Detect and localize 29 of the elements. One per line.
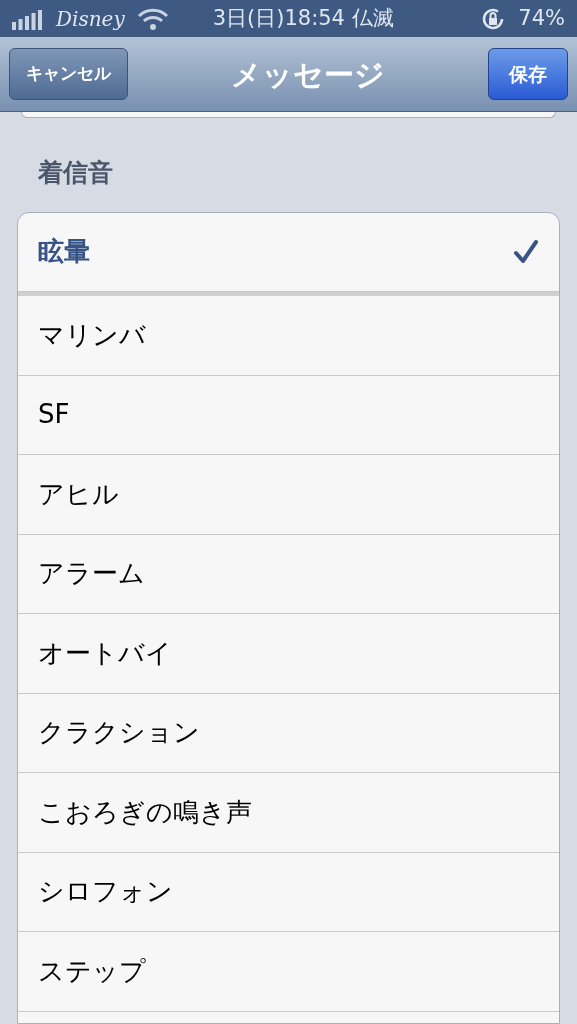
tone-row[interactable]: シロフォン [18,852,559,932]
status-time: 3日(日)18:54 仏滅 [212,4,394,32]
tone-row[interactable]: マリンバ [18,296,559,376]
tone-row[interactable]: オートバイ [18,614,559,694]
section-header: 着信音 [38,158,113,187]
tone-row[interactable]: アヒル [18,455,559,535]
tone-row[interactable]: SF [18,375,559,455]
tone-label: マリンバ [38,318,146,352]
battery-percent: 74% [518,4,565,32]
carrier-name: Disney [56,5,125,33]
tone-row[interactable]: クラクション [18,693,559,773]
signal-icon [12,7,44,30]
tone-row[interactable]: アラーム [18,534,559,614]
tone-label: オートバイ [38,636,172,670]
tone-label: シロフォン [38,875,173,909]
tone-label: クラクション [38,716,200,750]
tone-label: ステップ [38,954,146,988]
save-button[interactable]: 保存 [488,48,568,100]
tone-label: SF [38,398,70,432]
tone-label: こおろぎの鳴き声 [38,795,252,829]
cancel-button[interactable]: キャンセル [9,48,128,100]
tone-label: アヒル [38,477,119,511]
tone-label: アラーム [38,557,145,591]
checkmark-icon [513,238,539,265]
tone-row[interactable]: こおろぎの鳴き声 [18,773,559,853]
tone-label: 眩暈 [38,235,90,269]
screen-title: メッセージ [231,55,385,94]
tone-row[interactable]: ステップ [18,932,559,1012]
wifi-icon [136,6,169,31]
